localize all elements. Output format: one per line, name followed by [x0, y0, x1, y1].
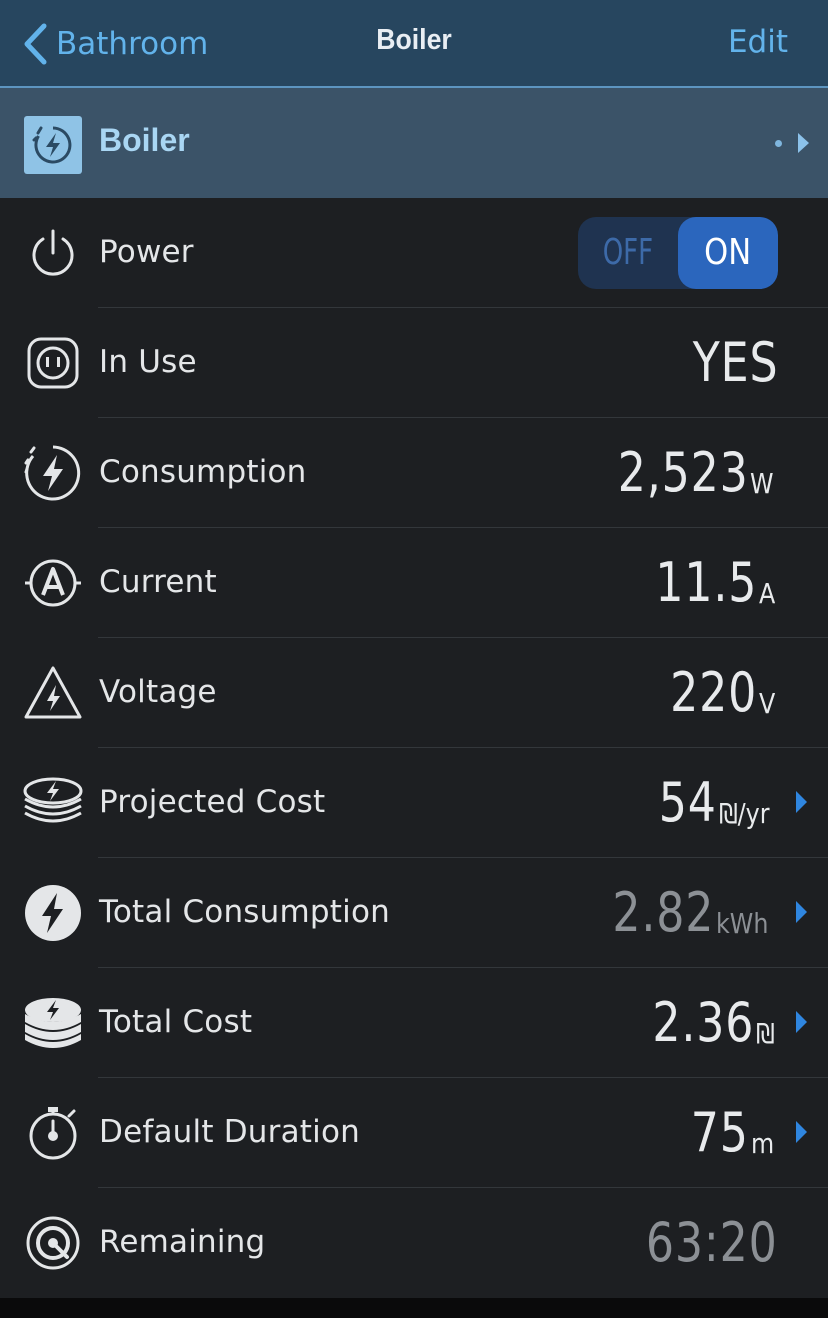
- row-total-consumption[interactable]: Total Consumption 2.82 kWh: [0, 858, 828, 968]
- row-consumption: Consumption 2,523 W: [0, 418, 828, 528]
- device-header[interactable]: Boiler: [0, 88, 828, 198]
- row-label: In Use: [99, 344, 197, 380]
- consumption-bolt-icon: [22, 442, 84, 504]
- row-remaining: Remaining 63:20: [0, 1188, 828, 1298]
- power-icon: [22, 222, 84, 284]
- row-projected-cost[interactable]: Projected Cost 54 ₪/yr: [0, 748, 828, 858]
- row-default-duration[interactable]: Default Duration 75 m: [0, 1078, 828, 1188]
- current-value: 11.5 A: [654, 551, 776, 614]
- row-current: Current 11.5 A: [0, 528, 828, 638]
- disclosure-triangle-icon: [798, 133, 809, 153]
- row-label: Voltage: [99, 674, 217, 710]
- row-in-use: In Use YES: [0, 308, 828, 418]
- voltage-value: 220 V: [669, 661, 776, 724]
- edit-button[interactable]: Edit: [728, 24, 788, 60]
- toggle-on-option[interactable]: ON: [678, 217, 778, 289]
- bolt-circle-filled-icon: [22, 882, 84, 944]
- row-voltage: Voltage 220 V: [0, 638, 828, 748]
- total-cost-value: 2.36 ₪: [652, 991, 775, 1054]
- total-consumption-value: 2.82 kWh: [612, 881, 769, 944]
- navigation-bar: Bathroom Boiler Edit: [0, 0, 828, 88]
- chevron-right-icon: [796, 901, 807, 923]
- toggle-off-option[interactable]: OFF: [586, 217, 671, 289]
- chevron-right-icon: [796, 791, 807, 813]
- chevron-right-icon: [796, 1011, 807, 1033]
- chevron-right-icon: [796, 1121, 807, 1143]
- row-label: Current: [99, 564, 217, 600]
- device-bolt-icon: [24, 116, 82, 174]
- timer-remaining-icon: [22, 1212, 84, 1274]
- row-label: Remaining: [99, 1224, 266, 1260]
- consumption-value: 2,523 W: [617, 441, 774, 504]
- page-title: Boiler: [376, 24, 452, 56]
- projected-cost-value: 54 ₪/yr: [658, 771, 770, 834]
- row-label: Consumption: [99, 454, 307, 490]
- row-label: Projected Cost: [99, 784, 326, 820]
- row-label: Total Consumption: [99, 894, 390, 930]
- ampere-icon: [22, 552, 84, 614]
- remaining-value: 63:20: [646, 1211, 778, 1274]
- coin-stack-filled-icon: [22, 992, 84, 1054]
- row-label: Total Cost: [99, 1004, 253, 1040]
- device-details-indicator[interactable]: [775, 131, 810, 155]
- bottom-edge: [0, 1298, 828, 1318]
- row-total-cost[interactable]: Total Cost 2.36 ₪: [0, 968, 828, 1078]
- row-label: Default Duration: [99, 1114, 360, 1150]
- outlet-icon: [22, 332, 84, 394]
- voltage-warning-icon: [22, 662, 84, 724]
- power-toggle[interactable]: OFF ON: [578, 217, 778, 289]
- stopwatch-icon: [22, 1102, 84, 1164]
- row-label: Power: [99, 234, 194, 270]
- device-name: Boiler: [99, 122, 190, 158]
- default-duration-value: 75 m: [690, 1101, 774, 1164]
- device-properties-list: Power OFF ON In Use YES Consumption 2,52…: [0, 198, 828, 1298]
- status-dot-icon: [775, 139, 782, 147]
- in-use-value: YES: [692, 331, 778, 394]
- row-power: Power OFF ON: [0, 198, 828, 308]
- coin-stack-outline-icon: [22, 772, 84, 834]
